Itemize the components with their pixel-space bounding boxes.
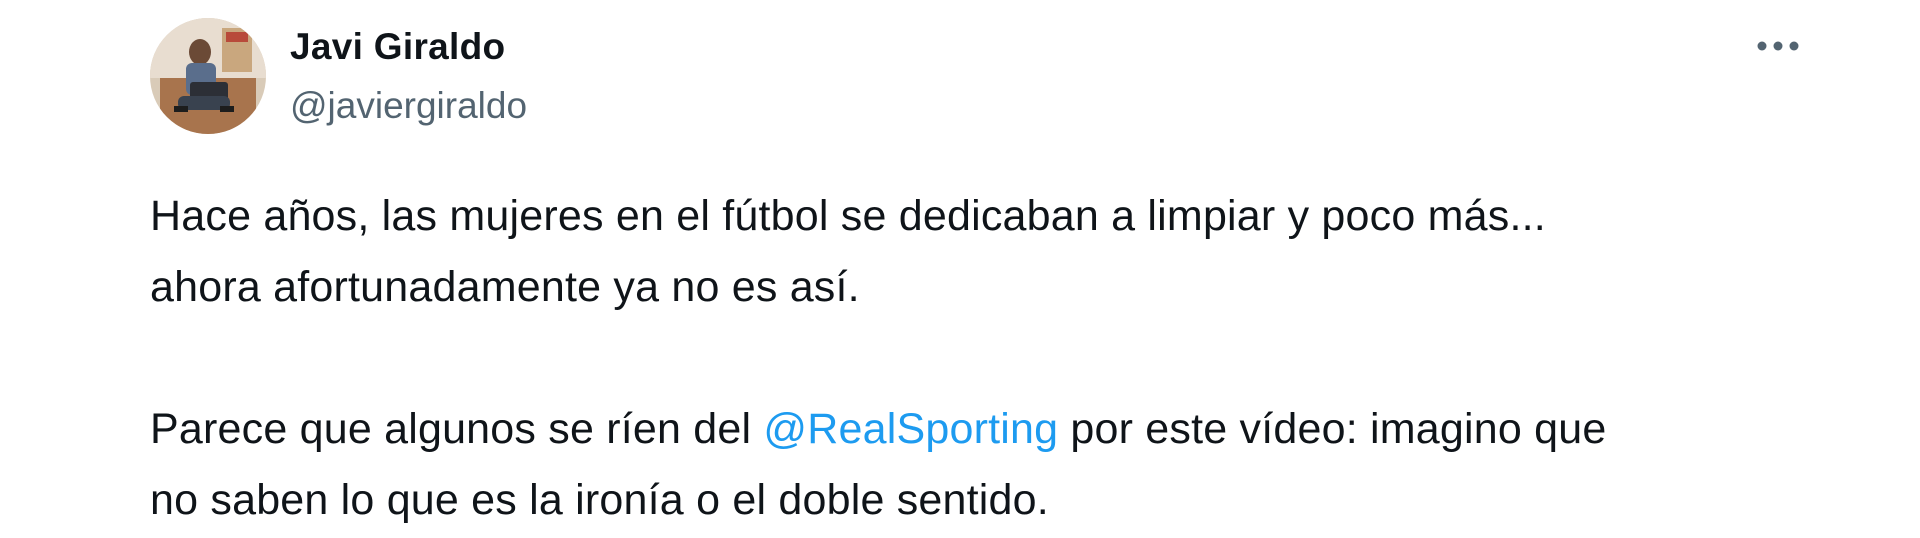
avatar-photo — [150, 18, 266, 134]
mention-link[interactable]: @RealSporting — [763, 405, 1058, 453]
tweet-text-line: no saben lo que es la ironía o el doble … — [150, 476, 1049, 524]
tweet-card: Javi Giraldo @javiergiraldo Hace años, l… — [0, 0, 1920, 538]
author-handle[interactable]: @javiergiraldo — [290, 85, 527, 127]
more-horizontal-icon — [1757, 41, 1799, 51]
author-display-name[interactable]: Javi Giraldo — [290, 26, 505, 68]
more-options-button[interactable] — [1748, 22, 1808, 70]
tweet-text-line: Parece que algunos se ríen del @RealSpor… — [150, 394, 1850, 465]
tweet-text: Hace años, las mujeres en el fútbol se d… — [150, 181, 1850, 536]
tweet-text-segment: por este vídeo: imagino que — [1058, 405, 1607, 453]
avatar[interactable] — [150, 18, 266, 134]
tweet-text-segment: Parece que algunos se ríen del — [150, 405, 764, 453]
tweet-text-line: Hace años, las mujeres en el fútbol se d… — [150, 192, 1546, 240]
tweet-text-line: ahora afortunadamente ya no es así. — [150, 263, 860, 311]
